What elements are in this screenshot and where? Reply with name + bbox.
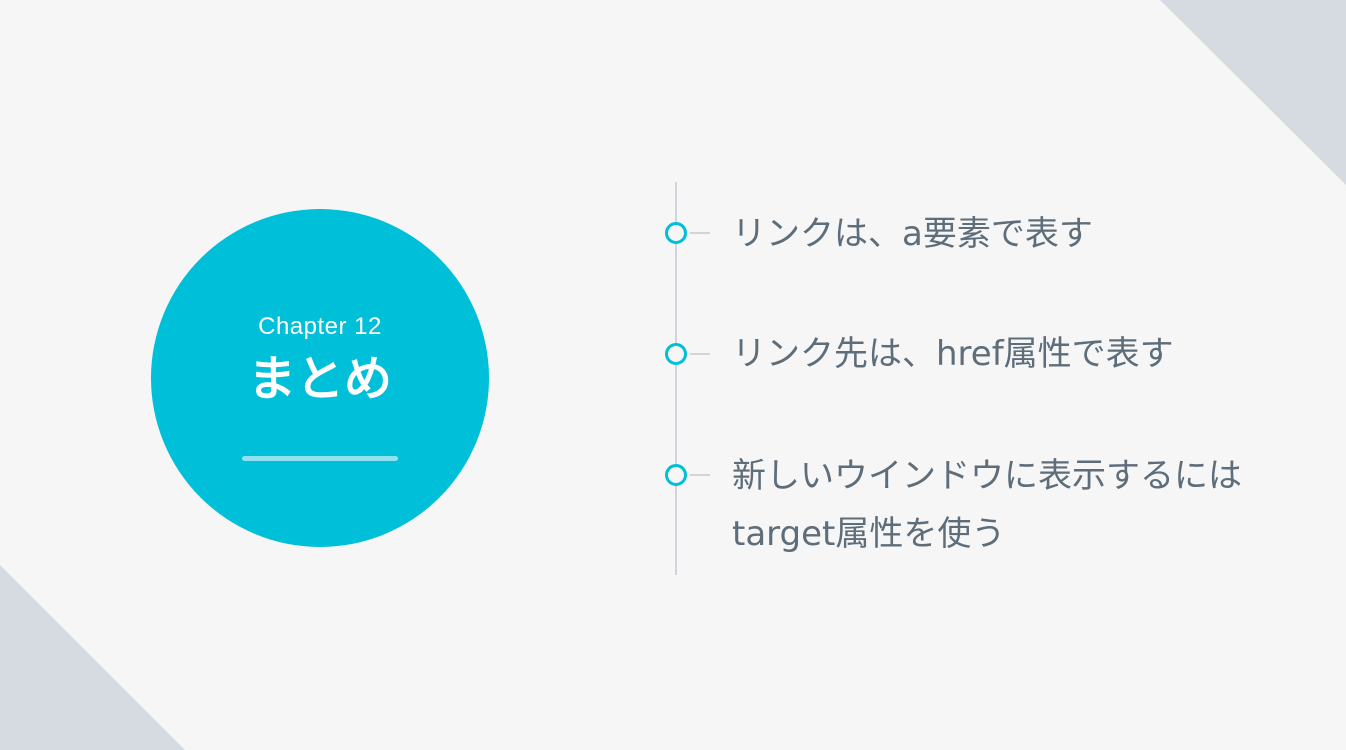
timeline-tick-3 — [690, 474, 710, 476]
summary-item-2: リンク先は、href属性で表す — [732, 334, 1174, 374]
corner-triangle-bottom-left — [0, 565, 185, 750]
timeline-node-2 — [665, 343, 687, 365]
chapter-badge: Chapter 12 まとめ — [151, 209, 489, 547]
timeline-node-1 — [665, 222, 687, 244]
summary-item-3: 新しいウインドウに表示するには target属性を使う — [732, 456, 1242, 554]
timeline-tick-2 — [690, 353, 710, 355]
chapter-label: Chapter 12 — [258, 313, 382, 340]
summary-item-1: リンクは、a要素で表す — [732, 214, 1093, 254]
timeline-tick-1 — [690, 232, 710, 234]
timeline-node-3 — [665, 464, 687, 486]
title-underline — [242, 456, 398, 461]
slide-title: まとめ — [247, 351, 392, 407]
corner-triangle-top-right — [1160, 0, 1346, 185]
